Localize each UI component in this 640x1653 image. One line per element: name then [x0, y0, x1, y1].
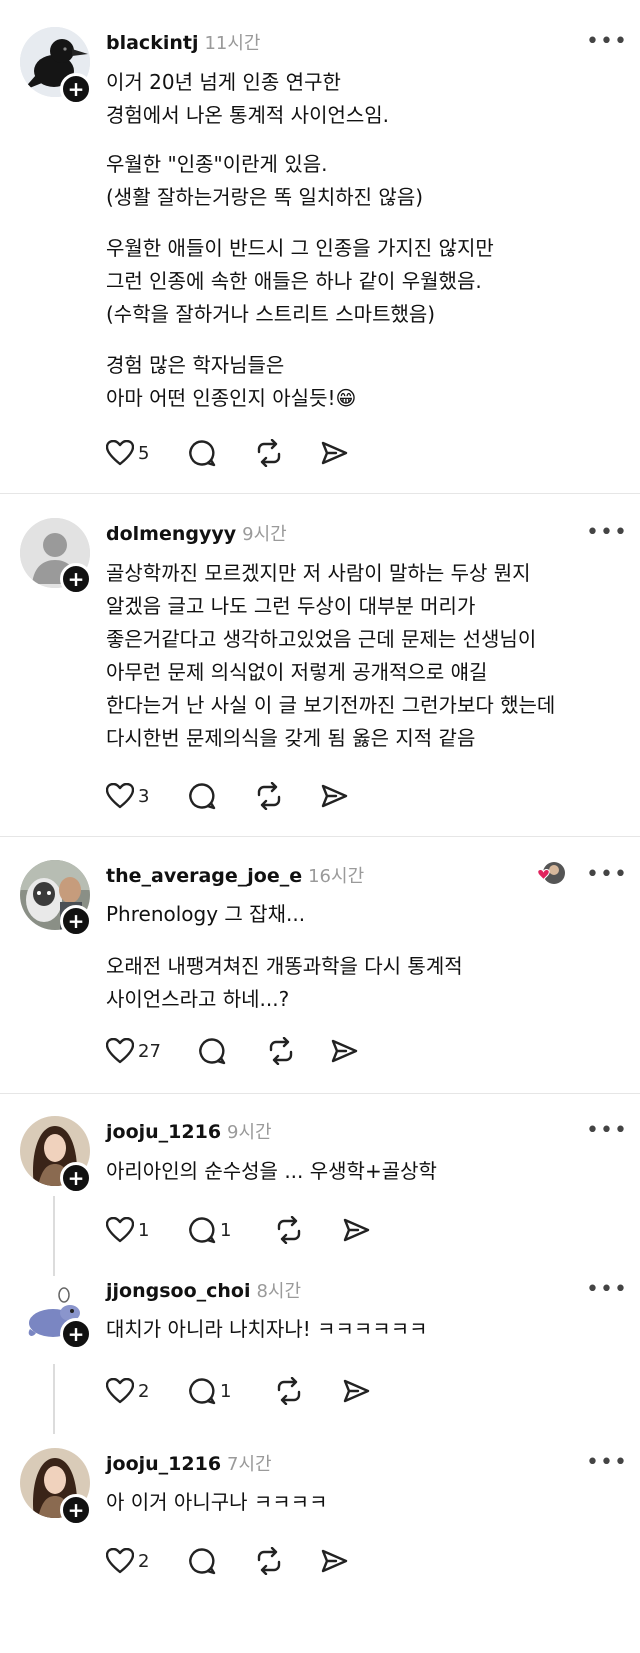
comment-bubble-icon: [189, 1217, 216, 1244]
heart-icon: [106, 1038, 134, 1064]
more-horizontal-icon[interactable]: •••: [586, 522, 628, 544]
timestamp: 16시간: [308, 866, 365, 887]
like-count: 27: [138, 1040, 161, 1062]
divider: [0, 1093, 640, 1094]
repost-icon: [257, 782, 281, 810]
like-count: 1: [138, 1219, 150, 1241]
heart-icon: [106, 783, 134, 809]
heart-icon: [106, 440, 134, 466]
divider: [0, 493, 640, 494]
share-button[interactable]: [320, 438, 348, 468]
heart-icon: [106, 1548, 134, 1574]
repost-icon: [277, 1216, 301, 1244]
reply-button[interactable]: 1: [188, 1376, 231, 1406]
comment-bubble-icon: [199, 1038, 226, 1065]
comment-text: 이거 20년 넘게 인종 연구한 경험에서 나온 통계적 사이언스임.: [106, 70, 390, 127]
share-button[interactable]: [330, 1036, 358, 1066]
share-button[interactable]: [320, 1546, 348, 1576]
username[interactable]: jooju_1216: [106, 1121, 221, 1143]
comment-text: Phrenology 그 잡채...: [106, 902, 306, 926]
more-horizontal-icon[interactable]: •••: [586, 1279, 628, 1301]
heart-icon: [106, 1217, 134, 1243]
repost-button[interactable]: [254, 1546, 284, 1576]
comment-text: 우월한 애들이 반드시 그 인종을 가지진 않지만 그런 인종에 속한 애들은 …: [106, 236, 494, 326]
repost-icon: [269, 1037, 293, 1065]
follow-plus-icon[interactable]: +: [60, 1494, 92, 1526]
comment-feed: + blackintj 11시간 ••• 이거 20년 넘게 인종 연구한 경험에…: [0, 0, 640, 1653]
like-count: 3: [138, 785, 150, 807]
send-icon: [343, 1218, 370, 1242]
thread-line: [53, 1364, 55, 1434]
reply-button[interactable]: 1: [188, 1215, 231, 1245]
comment-text: 오래전 내팽겨쳐진 개똥과학을 다시 통계적 사이언스라고 하네...?: [106, 954, 463, 1011]
follow-plus-icon[interactable]: +: [60, 73, 92, 105]
like-button[interactable]: 5: [106, 438, 149, 468]
comment-text: 우월한 "인종"이란게 있음. (생활 잘하는거랑은 똑 일치하진 않음): [106, 152, 424, 209]
thread-line: [53, 1196, 55, 1276]
liked-by-author-badge: [536, 860, 566, 890]
reply-count: 1: [220, 1219, 232, 1241]
reply-count: 1: [220, 1380, 232, 1402]
comment-text: 대치가 아니라 나치자나! ㅋㅋㅋㅋㅋㅋ: [106, 1317, 428, 1341]
repost-button[interactable]: [266, 1036, 296, 1066]
more-horizontal-icon[interactable]: •••: [586, 864, 628, 886]
share-button[interactable]: [320, 781, 348, 811]
comment-text: 경험 많은 학자님들은 아마 어떤 인종인지 아실듯!😁: [106, 353, 357, 410]
divider: [0, 836, 640, 837]
username[interactable]: jjongsoo_choi: [106, 1280, 250, 1302]
comment-text: 아 이거 아니구나 ㅋㅋㅋㅋ: [106, 1490, 328, 1514]
send-icon: [343, 1379, 370, 1403]
comment-bubble-icon: [189, 783, 216, 810]
reply-button[interactable]: [188, 781, 220, 811]
like-button[interactable]: 2: [106, 1376, 149, 1406]
like-count: 2: [138, 1380, 150, 1402]
like-count: 5: [138, 442, 150, 464]
comment-text: 아리아인의 순수성을 ... 우생학+골상학: [106, 1159, 437, 1183]
heart-icon: [106, 1378, 134, 1404]
like-button[interactable]: 3: [106, 781, 149, 811]
timestamp: 8시간: [256, 1281, 302, 1302]
repost-button[interactable]: [274, 1376, 304, 1406]
comment-text: 골상학까진 모르겠지만 저 사람이 말하는 두상 뭔지 알겠음 글고 나도 그런…: [106, 561, 556, 750]
comment-bubble-icon: [189, 1378, 216, 1405]
timestamp: 11시간: [204, 33, 261, 54]
like-button[interactable]: 1: [106, 1215, 149, 1245]
timestamp: 7시간: [227, 1454, 272, 1475]
like-count: 2: [138, 1550, 150, 1572]
follow-plus-icon[interactable]: +: [60, 905, 92, 937]
repost-icon: [257, 1547, 281, 1575]
more-horizontal-icon[interactable]: •••: [586, 1120, 628, 1142]
like-button[interactable]: 27: [106, 1036, 161, 1066]
reply-button[interactable]: [188, 1546, 220, 1576]
send-icon: [321, 784, 348, 808]
repost-icon: [277, 1377, 301, 1405]
repost-button[interactable]: [254, 781, 284, 811]
repost-button[interactable]: [254, 438, 284, 468]
timestamp: 9시간: [227, 1122, 272, 1143]
repost-icon: [257, 439, 281, 467]
reply-button[interactable]: [198, 1036, 230, 1066]
share-button[interactable]: [342, 1376, 370, 1406]
repost-button[interactable]: [274, 1215, 304, 1245]
follow-plus-icon[interactable]: +: [60, 1162, 92, 1194]
send-icon: [331, 1039, 358, 1063]
reply-button[interactable]: [188, 438, 220, 468]
send-icon: [321, 441, 348, 465]
username[interactable]: the_average_joe_e: [106, 865, 302, 887]
more-horizontal-icon[interactable]: •••: [586, 31, 628, 53]
comment-bubble-icon: [189, 1548, 216, 1575]
send-icon: [321, 1549, 348, 1573]
username[interactable]: blackintj: [106, 32, 198, 54]
username[interactable]: dolmengyyy: [106, 523, 236, 545]
follow-plus-icon[interactable]: +: [60, 1318, 92, 1350]
username[interactable]: jooju_1216: [106, 1453, 221, 1475]
follow-plus-icon[interactable]: +: [60, 563, 92, 595]
timestamp: 9시간: [242, 524, 287, 545]
like-button[interactable]: 2: [106, 1546, 149, 1576]
share-button[interactable]: [342, 1215, 370, 1245]
comment-bubble-icon: [189, 440, 216, 467]
more-horizontal-icon[interactable]: •••: [586, 1452, 628, 1474]
